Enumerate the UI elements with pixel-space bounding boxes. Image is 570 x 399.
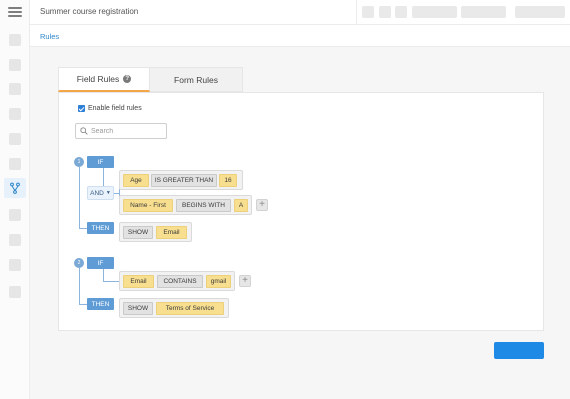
enable-field-rules[interactable]: Enable field rules <box>78 105 142 112</box>
enable-checkbox[interactable] <box>78 105 85 112</box>
nav-item[interactable] <box>9 59 21 71</box>
condition-value[interactable]: A <box>234 199 248 212</box>
toolbar-button[interactable] <box>362 6 374 18</box>
rule-number: 2 <box>74 258 84 268</box>
nav-item[interactable] <box>9 234 21 246</box>
then-label: THEN <box>87 298 114 310</box>
plus-icon[interactable]: + <box>239 275 251 287</box>
condition-field[interactable]: Name - First <box>123 199 173 212</box>
toolbar-button[interactable] <box>379 6 391 18</box>
branch-icon <box>10 182 20 194</box>
nav-item[interactable] <box>9 209 21 221</box>
tab-field-rules[interactable]: Field Rules ? <box>58 67 150 92</box>
rule-connector <box>103 269 104 281</box>
condition-row[interactable]: Email CONTAINS gmail <box>119 271 235 291</box>
tab-form-rules[interactable]: Form Rules <box>150 67 243 92</box>
condition-operator[interactable]: BEGINS WITH <box>176 199 231 212</box>
menu-icon[interactable] <box>8 6 22 18</box>
tab-label: Form Rules <box>174 74 218 85</box>
if-label: IF <box>87 257 114 269</box>
join-operator-select[interactable]: AND ▼ <box>87 186 114 200</box>
search-icon <box>80 127 88 135</box>
nav-item[interactable] <box>9 158 21 170</box>
chevron-down-icon: ▼ <box>105 190 111 196</box>
toolbar-button[interactable] <box>395 6 407 18</box>
breadcrumb-bar: Rules <box>30 25 570 47</box>
nav-item-rules[interactable] <box>4 178 26 198</box>
rule-connector <box>103 281 119 282</box>
condition-field[interactable]: Email <box>123 275 154 288</box>
condition-row[interactable]: Age IS GREATER THAN 16 <box>119 170 243 190</box>
rule-number: 1 <box>74 157 84 167</box>
left-rail <box>0 0 30 399</box>
nav-item[interactable] <box>9 83 21 95</box>
then-label: THEN <box>87 222 114 234</box>
help-icon[interactable]: ? <box>123 75 132 83</box>
action-target[interactable]: Terms of Service <box>156 302 224 315</box>
condition-row[interactable]: Name - First BEGINS WITH A <box>119 195 252 215</box>
plus-icon[interactable]: + <box>256 199 268 211</box>
toolbar-button[interactable] <box>412 6 457 18</box>
condition-operator[interactable]: IS GREATER THAN <box>151 174 217 187</box>
condition-operator[interactable]: CONTAINS <box>157 275 203 288</box>
nav-item[interactable] <box>9 34 21 46</box>
action-row[interactable]: SHOW Terms of Service <box>119 298 229 318</box>
rule-connector <box>103 168 104 186</box>
condition-value[interactable]: gmail <box>206 275 231 288</box>
nav-item[interactable] <box>9 108 21 120</box>
rule-connector <box>79 167 80 228</box>
form-title: Summer course registration <box>40 7 139 16</box>
enable-label: Enable field rules <box>88 105 142 112</box>
toolbar-button[interactable] <box>515 6 565 18</box>
nav-item[interactable] <box>9 133 21 145</box>
rule-connector <box>79 268 80 304</box>
search-input[interactable] <box>91 127 161 135</box>
action-verb[interactable]: SHOW <box>123 226 153 239</box>
toolbar-button[interactable] <box>461 6 506 18</box>
if-label: IF <box>87 156 114 168</box>
action-verb[interactable]: SHOW <box>123 302 153 315</box>
join-label: AND <box>90 189 104 197</box>
condition-field[interactable]: Age <box>123 174 149 187</box>
search-box[interactable] <box>75 123 167 139</box>
condition-value[interactable]: 16 <box>219 174 237 187</box>
divider <box>356 0 357 25</box>
save-button[interactable] <box>494 342 544 359</box>
nav-item[interactable] <box>9 259 21 271</box>
action-target[interactable]: Email <box>156 226 187 239</box>
top-bar: Summer course registration <box>30 0 570 25</box>
nav-item[interactable] <box>9 286 21 298</box>
tab-label: Field Rules <box>76 74 120 84</box>
action-row[interactable]: SHOW Email <box>119 222 192 242</box>
breadcrumb[interactable]: Rules <box>40 32 59 41</box>
